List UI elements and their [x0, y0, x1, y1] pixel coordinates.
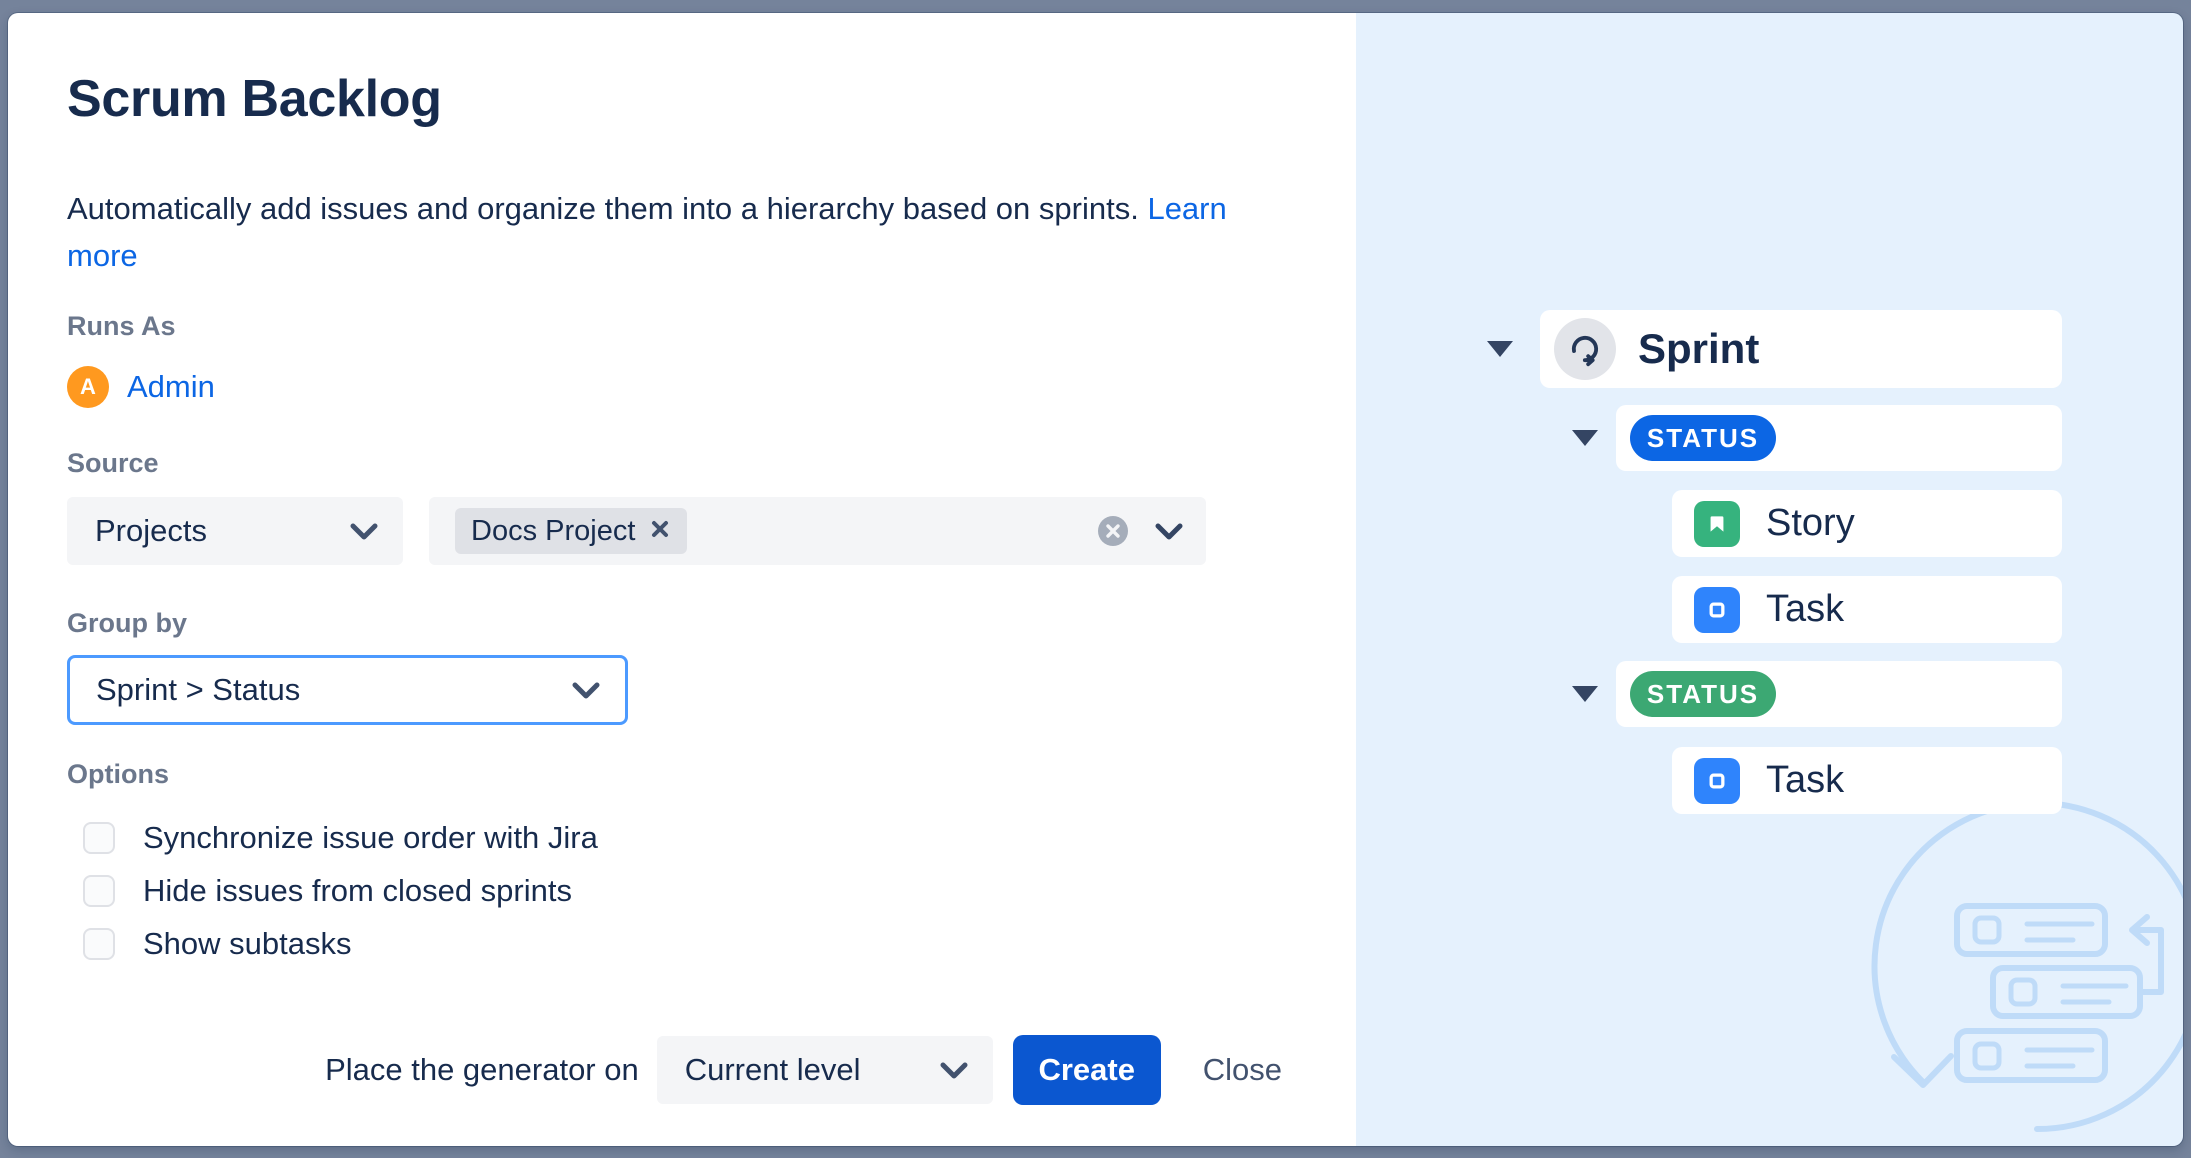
source-projects-multiselect[interactable]: Docs Project [429, 497, 1206, 565]
collapse-triangle-icon[interactable] [1572, 686, 1598, 702]
preview-row-task: Task [1672, 747, 2062, 814]
page-title: Scrum Backlog [67, 70, 442, 128]
preview-row-sprint: Sprint [1487, 310, 2062, 388]
option-hide-closed[interactable]: Hide issues from closed sprints [83, 872, 572, 910]
runs-as-row: A Admin [67, 363, 215, 411]
status-card: STATUS [1616, 405, 2062, 471]
project-tag-label: Docs Project [471, 514, 636, 547]
task-icon [1694, 586, 1740, 633]
chevron-down-icon [571, 672, 601, 708]
sprint-card: Sprint [1540, 310, 2062, 388]
sprint-cycle-illustration [1871, 800, 2183, 1133]
issue-row-label: Story [1766, 502, 1855, 544]
story-icon [1694, 500, 1740, 547]
preview-row-story: Story [1672, 490, 2062, 557]
hierarchy-preview-panel: Sprint STATUS Story Task STATUS Task [1356, 13, 2183, 1146]
checkbox-hide-closed[interactable] [83, 875, 115, 907]
task-icon [1694, 757, 1740, 804]
issue-row-label: Task [1766, 759, 1845, 801]
chevron-down-icon [939, 1052, 969, 1088]
issue-row-label: Task [1766, 588, 1845, 630]
task-card: Task [1672, 747, 2062, 814]
close-button[interactable]: Close [1203, 1052, 1282, 1088]
collapse-triangle-icon[interactable] [1572, 430, 1598, 446]
checkbox-show-subtasks[interactable] [83, 928, 115, 960]
description-text: Automatically add issues and organize th… [67, 185, 1237, 279]
option-label: Synchronize issue order with Jira [143, 820, 598, 855]
placement-select[interactable]: Current level [656, 1036, 993, 1104]
dialog-footer: Place the generator on Current level Cre… [325, 1035, 1282, 1105]
options-label: Options [67, 759, 169, 789]
preview-row-status-green: STATUS [1572, 661, 2062, 727]
source-type-select[interactable]: Projects [67, 497, 403, 565]
chevron-down-icon [349, 513, 379, 549]
option-label: Show subtasks [143, 926, 352, 961]
settings-panel: Scrum Backlog Automatically add issues a… [8, 13, 1356, 1146]
status-badge-green: STATUS [1630, 671, 1776, 717]
option-show-subtasks[interactable]: Show subtasks [83, 925, 352, 963]
runs-as-label: Runs As [67, 311, 176, 341]
option-label: Hide issues from closed sprints [143, 873, 572, 908]
status-badge-blue: STATUS [1630, 415, 1776, 461]
source-type-value: Projects [95, 513, 207, 548]
group-by-label: Group by [67, 608, 187, 638]
clear-circle-icon[interactable] [1098, 516, 1128, 546]
option-sync-order[interactable]: Synchronize issue order with Jira [83, 819, 598, 857]
collapse-triangle-icon[interactable] [1487, 341, 1513, 357]
story-card: Story [1672, 490, 2062, 557]
create-button[interactable]: Create [1012, 1035, 1161, 1105]
source-label: Source [67, 448, 159, 478]
group-by-select[interactable]: Sprint > Status [67, 655, 628, 725]
group-by-value: Sprint > Status [96, 672, 301, 707]
preview-row-status-blue: STATUS [1572, 405, 2062, 471]
runs-as-user-link[interactable]: Admin [127, 369, 215, 405]
sprint-row-label: Sprint [1638, 325, 1760, 372]
generator-dialog: Scrum Backlog Automatically add issues a… [8, 13, 2183, 1146]
description-body: Automatically add issues and organize th… [67, 191, 1139, 226]
placement-value: Current level [684, 1052, 861, 1087]
avatar: A [67, 366, 109, 408]
sprint-icon [1554, 318, 1616, 380]
chevron-down-icon [1154, 513, 1184, 549]
close-icon[interactable] [649, 515, 671, 548]
avatar-initial: A [80, 374, 96, 399]
status-card: STATUS [1616, 661, 2062, 727]
preview-row-task: Task [1672, 576, 2062, 643]
task-card: Task [1672, 576, 2062, 643]
project-tag: Docs Project [455, 508, 688, 554]
checkbox-sync-order[interactable] [83, 822, 115, 854]
placement-label: Place the generator on [325, 1052, 639, 1087]
